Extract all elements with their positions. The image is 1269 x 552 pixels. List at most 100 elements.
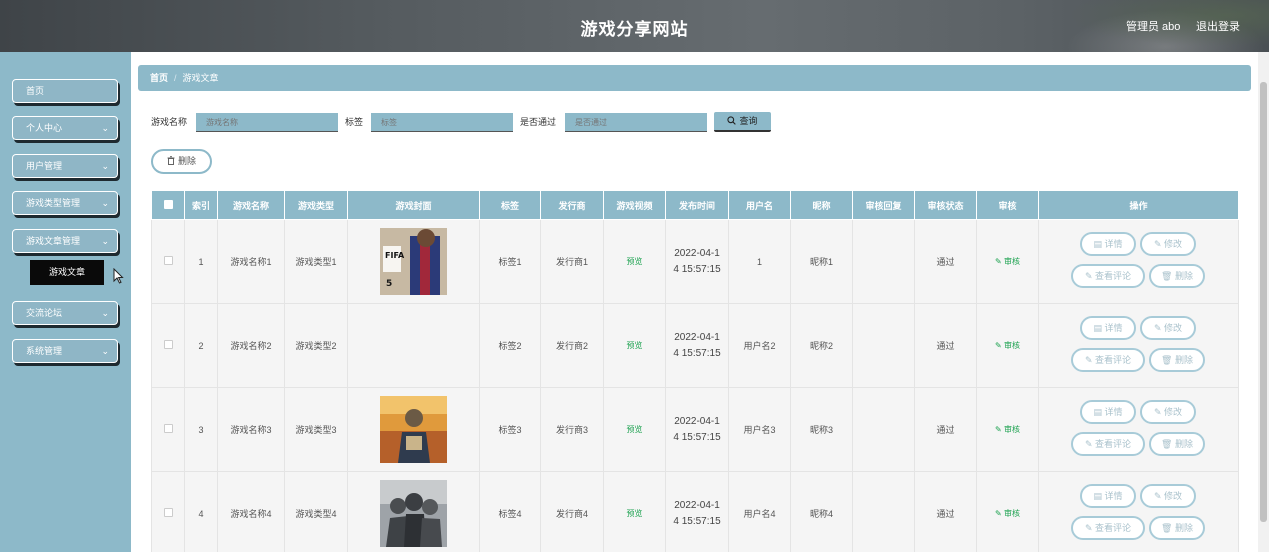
cell-game-type: 游戏类型3: [284, 387, 348, 472]
chevron-down-icon: ⌄: [101, 161, 109, 171]
page-scrollbar[interactable]: [1258, 52, 1269, 552]
cell-publish-time: 2022-04-1 4 15:57:15: [665, 471, 729, 552]
audit-link[interactable]: ✎ 审核: [995, 509, 1020, 518]
row-delete-label: 删除: [1174, 438, 1193, 449]
detail-button[interactable]: ▤ 详情: [1080, 483, 1136, 508]
col-header: 审核回复: [852, 190, 915, 220]
edit-button[interactable]: ✎ 修改: [1140, 315, 1196, 340]
bulk-delete-button[interactable]: 删除: [151, 149, 212, 174]
breadcrumb-home[interactable]: 首页: [150, 73, 168, 83]
publish-date-line2: 4 15:57:15: [673, 515, 721, 527]
edit-button[interactable]: ✎ 修改: [1140, 231, 1196, 256]
edit-button-label: 修改: [1164, 490, 1183, 501]
view-comments-button[interactable]: ✎ 查看评论: [1071, 347, 1145, 372]
row-select-cell[interactable]: [151, 219, 185, 304]
video-preview-link[interactable]: 预览: [627, 341, 643, 350]
chevron-down-icon: ⌄: [101, 123, 109, 133]
video-preview-link[interactable]: 预览: [627, 509, 643, 518]
detail-button[interactable]: ▤ 详情: [1080, 231, 1136, 256]
cell-game-cover: [347, 471, 480, 552]
cell-nickname: 昵称2: [790, 303, 853, 388]
trash-icon: 🗑: [1161, 270, 1173, 281]
row-checkbox[interactable]: [163, 340, 173, 349]
sidebar-item-user-management[interactable]: 用户管理 ⌄: [12, 154, 118, 178]
cell-audit: ✎ 审核: [976, 471, 1039, 552]
view-comments-button[interactable]: ✎ 查看评论: [1071, 263, 1145, 288]
cell-username: 1: [728, 219, 791, 304]
current-user: 管理员 abo: [1126, 21, 1181, 33]
comment-icon: ✎: [1084, 270, 1093, 281]
select-all-checkbox[interactable]: [163, 199, 173, 209]
row-delete-button[interactable]: 🗑 删除: [1149, 347, 1205, 372]
detail-icon: ▤: [1093, 406, 1102, 417]
edit-button-label: 修改: [1164, 238, 1183, 249]
row-delete-button[interactable]: 🗑 删除: [1149, 263, 1205, 288]
row-delete-button[interactable]: 🗑 删除: [1149, 431, 1205, 456]
pass-status-input[interactable]: [565, 113, 707, 132]
sidebar-item-label: 游戏类型管理: [26, 198, 81, 208]
audit-link[interactable]: ✎ 审核: [995, 257, 1020, 266]
detail-icon: ▤: [1093, 490, 1102, 501]
view-comments-label: 查看评论: [1095, 438, 1132, 449]
col-header: 游戏名称: [217, 190, 285, 220]
comment-icon: ✎: [1084, 522, 1093, 533]
audit-link[interactable]: ✎ 审核: [995, 425, 1020, 434]
cell-video: 预览: [603, 219, 666, 304]
top-header: 游戏分享网站 管理员 abo 退出登录: [0, 0, 1269, 52]
sidebar-item-label: 个人中心: [26, 123, 63, 133]
sidebar-item-label: 交流论坛: [26, 308, 63, 318]
sidebar-item-home[interactable]: 首页: [12, 79, 118, 103]
col-header: 用户名: [728, 190, 791, 220]
detail-button[interactable]: ▤ 详情: [1080, 399, 1136, 424]
chevron-down-icon: ⌄: [101, 198, 109, 208]
breadcrumb: 首页 / 游戏文章: [138, 65, 1251, 91]
sidebar-item-personal-center[interactable]: 个人中心 ⌄: [12, 116, 118, 140]
publish-date-line2: 4 15:57:15: [673, 263, 721, 275]
mouse-cursor-icon: [113, 268, 124, 284]
svg-text:FIFA: FIFA: [385, 251, 405, 260]
view-comments-button[interactable]: ✎ 查看评论: [1071, 431, 1145, 456]
cell-audit-reply: [852, 387, 915, 472]
detail-button[interactable]: ▤ 详情: [1080, 315, 1136, 340]
cell-actions: ▤ 详情 ✎ 修改 ✎ 查看评论 🗑 删除: [1038, 387, 1239, 472]
col-select-all[interactable]: [151, 190, 185, 220]
edit-icon: ✎: [1153, 322, 1162, 333]
sidebar-item-game-type-management[interactable]: 游戏类型管理 ⌄: [12, 191, 118, 215]
row-select-cell[interactable]: [151, 387, 185, 472]
cell-username: 用户名3: [728, 387, 791, 472]
cell-index: 4: [184, 471, 218, 552]
game-name-input[interactable]: [196, 113, 338, 132]
video-preview-link[interactable]: 预览: [627, 425, 643, 434]
cell-actions: ▤ 详情 ✎ 修改 ✎ 查看评论 🗑 删除: [1038, 303, 1239, 388]
sidebar-subitem-game-article[interactable]: 游戏文章: [30, 260, 104, 285]
col-header: 审核: [976, 190, 1039, 220]
audit-link[interactable]: ✎ 审核: [995, 341, 1020, 350]
logout-link[interactable]: 退出登录: [1196, 18, 1240, 34]
game-cover-image: [380, 480, 447, 547]
edit-button[interactable]: ✎ 修改: [1140, 399, 1196, 424]
cell-audit-reply: [852, 303, 915, 388]
sidebar-item-system-management[interactable]: 系统管理 ⌄: [12, 339, 118, 363]
scrollbar-thumb[interactable]: [1260, 82, 1267, 522]
search-button[interactable]: 查询: [714, 112, 771, 132]
sidebar-item-label: 用户管理: [26, 161, 63, 171]
table-row: 1 游戏名称1 游戏类型1 FIFA 5 标签1 发行商1 预览 2022-04-1 4 15:5…: [151, 219, 1239, 304]
cell-publish-time: 2022-04-1 4 15:57:15: [665, 303, 729, 388]
row-select-cell[interactable]: [151, 303, 185, 388]
sidebar-item-forum[interactable]: 交流论坛 ⌄: [12, 301, 118, 325]
row-select-cell[interactable]: [151, 471, 185, 552]
view-comments-button[interactable]: ✎ 查看评论: [1071, 515, 1145, 540]
row-checkbox[interactable]: [163, 424, 173, 433]
row-delete-label: 删除: [1174, 270, 1193, 281]
row-checkbox[interactable]: [163, 256, 173, 265]
edit-pen-icon: ✎: [995, 257, 1002, 266]
edit-button[interactable]: ✎ 修改: [1140, 483, 1196, 508]
table-row: 3 游戏名称3 游戏类型3 标签3 发行商3 预览 2022-04-1 4 15:57:15 用…: [151, 387, 1239, 472]
cell-audit: ✎ 审核: [976, 219, 1039, 304]
row-checkbox[interactable]: [163, 508, 173, 517]
svg-text:5: 5: [386, 279, 392, 289]
row-delete-button[interactable]: 🗑 删除: [1149, 515, 1205, 540]
sidebar-item-game-article-management[interactable]: 游戏文章管理 ⌄: [12, 229, 118, 253]
video-preview-link[interactable]: 预览: [627, 257, 643, 266]
tag-input[interactable]: [371, 113, 513, 132]
